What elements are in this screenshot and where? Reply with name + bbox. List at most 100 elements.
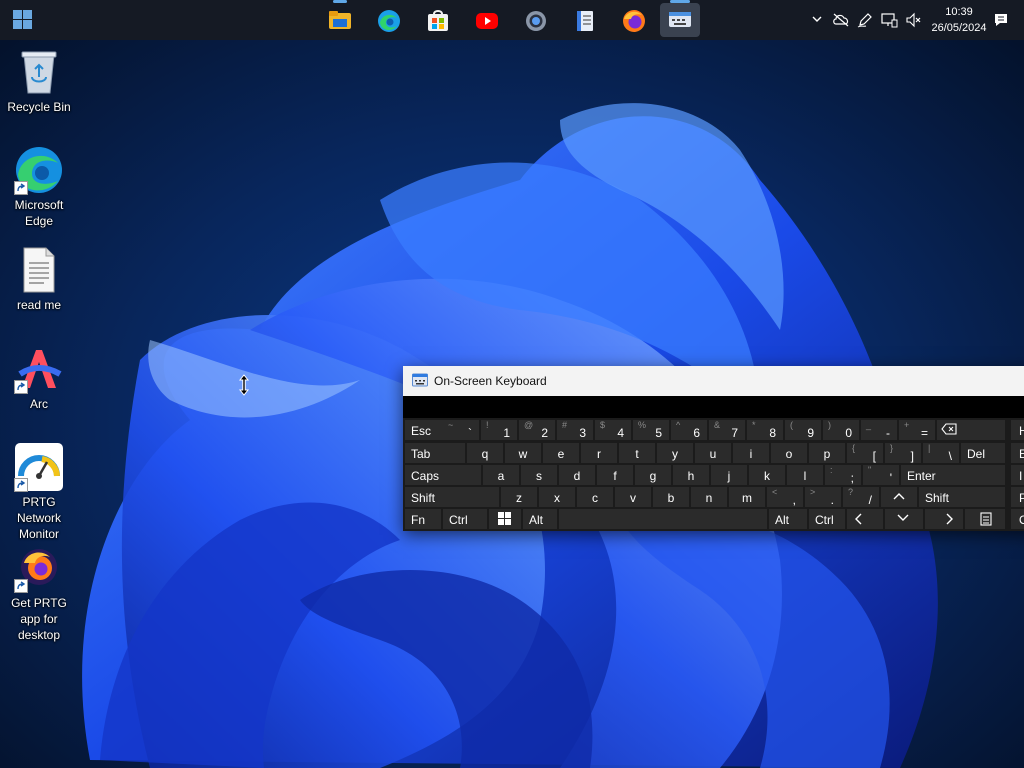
key-shift[interactable]: Shift (919, 487, 1005, 507)
key-alt[interactable]: Alt (769, 509, 807, 529)
key-x[interactable]: x (539, 487, 575, 507)
key-symbol[interactable]: <, (767, 487, 803, 507)
key-esc[interactable]: Esc (405, 420, 443, 440)
key-backspace[interactable] (937, 420, 1005, 440)
taskbar-edge[interactable] (369, 3, 409, 37)
desktop-icon-recycle-bin[interactable]: Recycle Bin (0, 47, 78, 115)
key-side-o[interactable]: O (1011, 509, 1024, 529)
key-enter[interactable]: Enter (901, 465, 1005, 485)
desktop-icon-prtg-network-monitor[interactable]: PRTG Network Monitor (0, 442, 78, 542)
mute-icon[interactable] (905, 12, 921, 28)
key-del[interactable]: Del (961, 443, 1005, 463)
key-space[interactable] (559, 509, 767, 529)
key-ctrl[interactable]: Ctrl (443, 509, 487, 529)
key-symbol[interactable]: }] (885, 443, 921, 463)
key-right[interactable] (925, 509, 963, 529)
desktop-icon-read-me[interactable]: read me (0, 245, 78, 313)
taskbar-youtube[interactable] (467, 3, 507, 37)
key-b[interactable]: b (653, 487, 689, 507)
desktop-icon-arc[interactable]: Arc (0, 344, 78, 412)
key-down[interactable] (885, 509, 923, 529)
taskbar-store[interactable] (418, 3, 458, 37)
window-title-bar[interactable]: On-Screen Keyboard (403, 366, 1024, 396)
key-p[interactable]: p (809, 443, 845, 463)
key-symbol[interactable]: + = (899, 420, 935, 440)
key-h[interactable]: h (673, 465, 709, 485)
key-m[interactable]: m (729, 487, 765, 507)
key-caps[interactable]: Caps (405, 465, 481, 485)
notification-icon[interactable] (993, 12, 1009, 28)
taskbar-file-explorer[interactable] (320, 0, 360, 37)
key-l[interactable]: l (787, 465, 823, 485)
start-button[interactable] (8, 6, 38, 34)
key-u[interactable]: u (695, 443, 731, 463)
key-0[interactable]: ) 0 (823, 420, 859, 440)
key-1[interactable]: ! 1 (481, 420, 517, 440)
desktop-icon-label: Arc (30, 397, 48, 411)
key-7[interactable]: & 7 (709, 420, 745, 440)
key-win[interactable] (489, 509, 521, 529)
keyboard-icon (412, 373, 428, 387)
key-menu[interactable] (965, 509, 1005, 529)
key-2[interactable]: @2 (519, 420, 555, 440)
key-9[interactable]: (9 (785, 420, 821, 440)
pen-icon[interactable] (857, 12, 873, 28)
key-d[interactable]: d (559, 465, 595, 485)
key-w[interactable]: w (505, 443, 541, 463)
key-shift[interactable]: Shift (405, 487, 499, 507)
key-s[interactable]: s (521, 465, 557, 485)
key-c[interactable]: c (577, 487, 613, 507)
taskbar-notepad[interactable] (565, 3, 605, 37)
key-3[interactable]: #3 (557, 420, 593, 440)
key-a[interactable]: a (483, 465, 519, 485)
taskbar-settings[interactable] (516, 3, 556, 37)
key-n[interactable]: n (691, 487, 727, 507)
key-fn[interactable]: Fn (405, 509, 441, 529)
key-z[interactable]: z (501, 487, 537, 507)
key-side-e[interactable]: E (1011, 443, 1024, 463)
key-symbol[interactable]: | \ (923, 443, 959, 463)
key-i[interactable]: i (733, 443, 769, 463)
key-o[interactable]: o (771, 443, 807, 463)
key-j[interactable]: j (711, 465, 747, 485)
taskbar-on-screen-keyboard[interactable] (660, 0, 700, 37)
key-q[interactable]: q (467, 443, 503, 463)
key-symbol[interactable]: >. (805, 487, 841, 507)
key-up[interactable] (881, 487, 917, 507)
key-g[interactable]: g (635, 465, 671, 485)
key-alt[interactable]: Alt (523, 509, 557, 529)
chevron-up-icon[interactable] (810, 12, 824, 26)
key-v[interactable]: v (615, 487, 651, 507)
key-side-h[interactable]: H (1011, 420, 1024, 440)
key-symbol[interactable]: " ' (863, 465, 899, 485)
key-left[interactable] (847, 509, 883, 529)
key-k[interactable]: k (749, 465, 785, 485)
key-symbol[interactable]: ~ ` (443, 420, 479, 440)
key-ctrl[interactable]: Ctrl (809, 509, 845, 529)
arrow-left-icon (855, 513, 862, 525)
clock[interactable]: 10:39 26/05/2024 (922, 4, 996, 36)
key-symbol[interactable]: {[ (847, 443, 883, 463)
display-icon[interactable] (880, 12, 898, 28)
key-side-p[interactable]: P (1011, 487, 1024, 507)
key-tab[interactable]: Tab (405, 443, 465, 463)
key-t[interactable]: t (619, 443, 655, 463)
key-f[interactable]: f (597, 465, 633, 485)
key-y[interactable]: y (657, 443, 693, 463)
key-symbol[interactable]: :; (825, 465, 861, 485)
cloud-off-icon[interactable] (832, 12, 850, 28)
key-symbol[interactable]: ? / (843, 487, 879, 507)
key-4[interactable]: $4 (595, 420, 631, 440)
key-6[interactable]: ^ 6 (671, 420, 707, 440)
youtube-icon (476, 13, 498, 29)
desktop-icon-microsoft-edge[interactable]: Microsoft Edge (0, 145, 78, 229)
key-8[interactable]: * 8 (747, 420, 783, 440)
key-symbol[interactable]: _ - (861, 420, 897, 440)
key-5[interactable]: % 5 (633, 420, 669, 440)
desktop-icon-get-prtg-app[interactable]: Get PRTG app for desktop (0, 543, 78, 643)
key-e[interactable]: e (543, 443, 579, 463)
key-shift-label: + (904, 420, 910, 430)
taskbar-firefox[interactable] (614, 3, 654, 37)
key-side-i[interactable]: I (1011, 465, 1024, 485)
key-r[interactable]: r (581, 443, 617, 463)
